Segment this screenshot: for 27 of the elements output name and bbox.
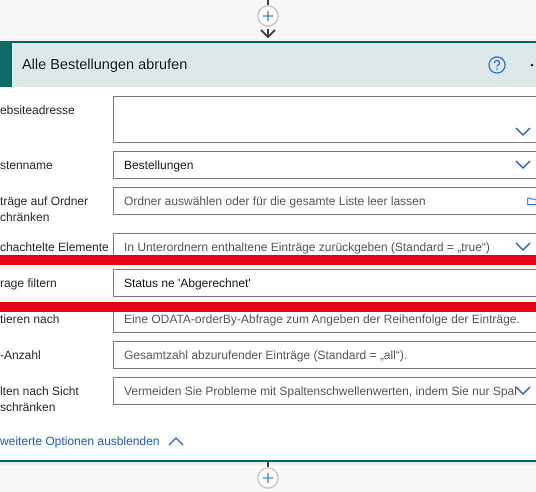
arrow-icon [260, 29, 276, 38]
chevron-down-icon [515, 127, 531, 137]
dropdown-field[interactable]: Vermeiden Sie Probleme mit Spaltenschwellenwerten, indem Sie nur Spal [113, 377, 536, 405]
chevron-down-icon [515, 242, 531, 252]
card-title: Alle Bestellungen abrufen [22, 57, 188, 73]
field-label: ebsiteadresse [0, 102, 76, 118]
field-label: lten nach Sicht schränken [0, 383, 80, 415]
chevron-down-icon [515, 160, 531, 170]
input-field[interactable]: Status ne 'Abgerechnet' [113, 269, 536, 297]
add-step-icon[interactable] [257, 467, 279, 489]
folder-field[interactable]: Ordner auswählen oder für die gesamte Liste leer lassen [113, 187, 536, 215]
field-label: stenname [0, 157, 54, 173]
field-label: rage filtern [0, 275, 58, 291]
field-label: -Anzahl [0, 347, 42, 363]
add-step-icon[interactable] [257, 5, 279, 27]
field-label: chachtelte Elemente [0, 239, 110, 255]
folder-icon[interactable] [527, 195, 536, 207]
input-field[interactable]: Gesamtzahl abzurufender Einträge (Standard = „all“). [113, 341, 536, 369]
toggle-options-link[interactable]: weiterte Optionen ausblenden [0, 434, 184, 448]
chevron-down-icon [515, 386, 531, 396]
field-label: tieren nach [0, 311, 60, 327]
dropdown-field[interactable]: Bestellungen [113, 151, 536, 179]
more-icon[interactable] [530, 63, 535, 67]
help-icon[interactable] [488, 56, 506, 74]
chevron-up-icon [168, 436, 184, 446]
field-label: träge auf Ordner chränken [0, 193, 90, 225]
combo-field[interactable] [113, 96, 536, 143]
